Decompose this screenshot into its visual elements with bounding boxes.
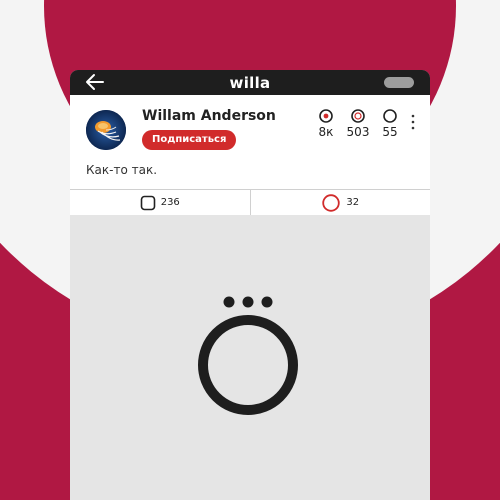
avatar[interactable] [86, 110, 126, 150]
target-icon [319, 109, 333, 123]
subscribe-button[interactable]: Подписаться [142, 130, 237, 150]
comments-button[interactable]: 236 [70, 190, 250, 215]
likes-button[interactable]: 32 [249, 190, 431, 215]
post-actions: 236 32 [70, 189, 430, 215]
circle-icon [322, 193, 341, 212]
ring-icon [383, 109, 397, 123]
double-ring-icon [351, 109, 365, 123]
app-title: willa [229, 73, 271, 92]
top-bar: willa [70, 70, 430, 95]
profile-name[interactable]: Willam Anderson [142, 108, 276, 124]
stat-value: 55 [382, 125, 398, 139]
post-text: Как-то так. [86, 163, 158, 177]
loading-ring-icon [198, 296, 298, 415]
app-window: willa Willam Anderson Подписаться 8к 503… [70, 70, 430, 500]
post-card: Willam Anderson Подписаться 8к 503 55 Ка… [70, 95, 430, 215]
square-icon [140, 195, 156, 210]
comments-count: 236 [160, 197, 180, 208]
likes-count: 32 [346, 197, 360, 208]
status-pill [384, 77, 414, 88]
arrow-left-icon[interactable] [84, 72, 106, 92]
more-vertical-icon[interactable] [408, 112, 418, 132]
stat-ring[interactable]: 55 [370, 108, 410, 139]
jellyfish-image [86, 110, 126, 150]
